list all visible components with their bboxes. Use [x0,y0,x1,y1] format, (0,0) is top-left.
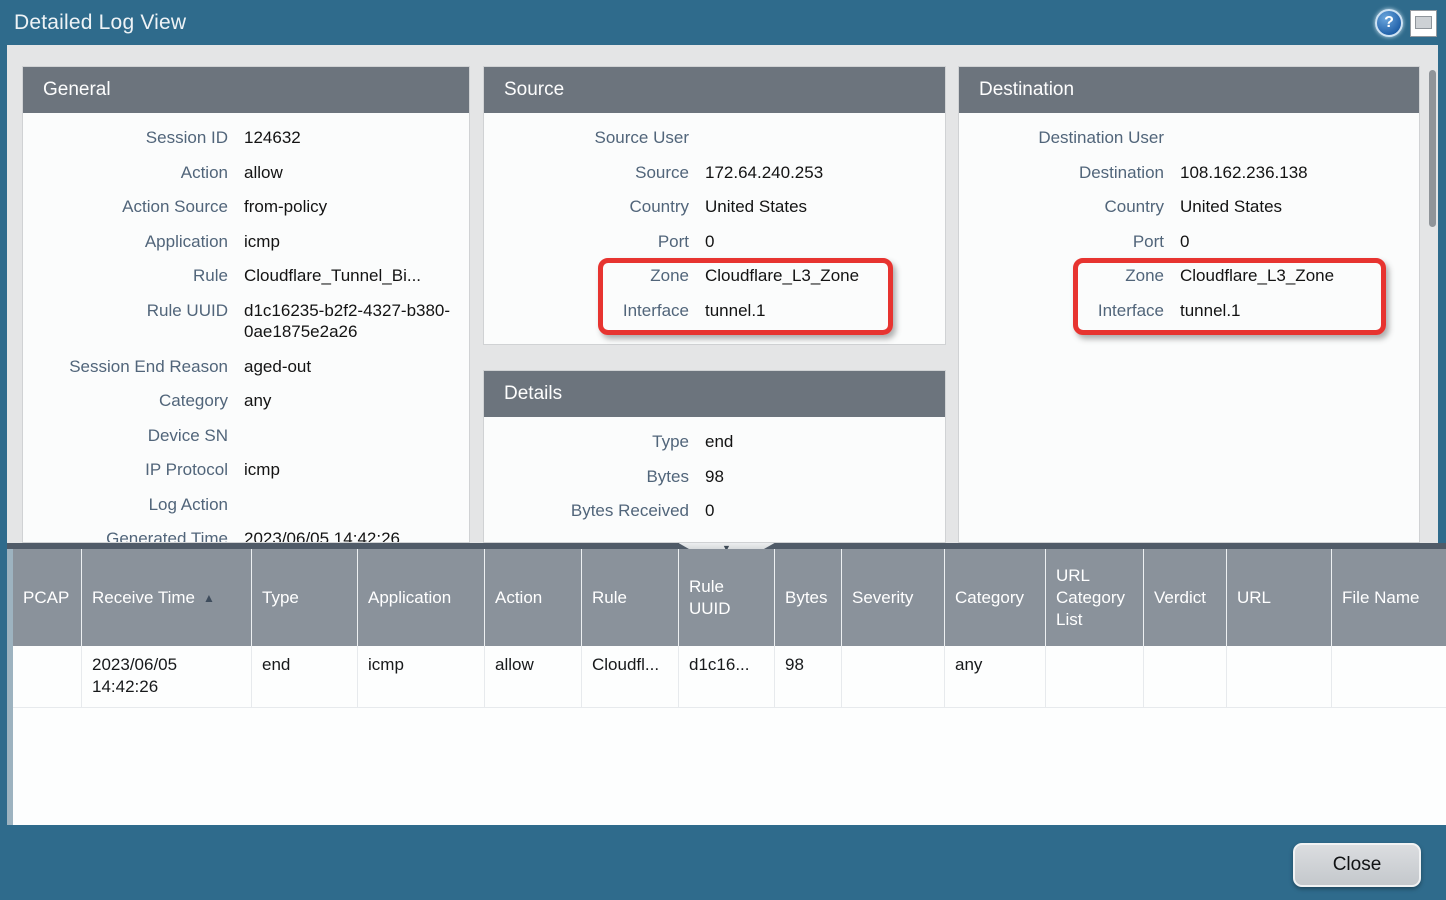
column-header-bytes[interactable]: Bytes [775,549,842,646]
cell-bytes: 98 [775,646,842,708]
field-row-action-source: Action Sourcefrom-policy [23,196,469,231]
maximize-icon[interactable] [1410,10,1437,37]
help-icon[interactable]: ? [1375,9,1403,37]
column-header-url-category-list[interactable]: URL Category List [1046,549,1144,646]
details-panel-title: Details [504,383,562,405]
source-panel-title: Source [504,79,564,101]
column-header-verdict[interactable]: Verdict [1144,549,1227,646]
dialog-footer: Close [0,825,1446,900]
field-row-application: Applicationicmp [23,231,469,266]
field-row-bytes-received: Bytes Received0 [484,500,945,535]
destination-panel-title: Destination [979,79,1074,101]
close-button[interactable]: Close [1293,843,1421,887]
column-header-pcap[interactable]: PCAP [13,549,82,646]
titlebar-icons: ? [1375,9,1437,37]
column-header-application[interactable]: Application [358,549,485,646]
cell-type: end [252,646,358,708]
general-panel: General Session ID124632 Actionallow Act… [22,66,470,543]
source-zone-interface-highlight [598,258,893,335]
column-header-url[interactable]: URL [1227,549,1332,646]
column-header-rule[interactable]: Rule [582,549,679,646]
column-header-file-name[interactable]: File Name [1332,549,1446,646]
detailed-log-view-dialog: Detailed Log View ? General Session ID12… [0,0,1446,900]
field-row-destination: Destination108.162.236.138 [959,162,1419,197]
field-row-category: Categoryany [23,390,469,425]
column-header-rule-uuid[interactable]: Rule UUID [679,549,775,646]
general-panel-header: General [23,67,469,113]
cell-action: allow [485,646,582,708]
destination-panel-header: Destination [959,67,1419,113]
cell-file-name [1332,646,1446,708]
source-panel-header: Source [484,67,945,113]
field-row-ip-protocol: IP Protocolicmp [23,459,469,494]
column-header-severity[interactable]: Severity [842,549,945,646]
field-row-source: Source172.64.240.253 [484,162,945,197]
cell-category: any [945,646,1046,708]
field-row-destination-user: Destination User [959,127,1419,162]
cell-application: icmp [358,646,485,708]
log-table-header: PCAP Receive Time▲ Type Application Acti… [13,549,1446,646]
cell-severity [842,646,945,708]
details-panel: Details Typeend Bytes98 Bytes Received0 [483,370,946,543]
field-row-rule-uuid: Rule UUIDd1c16235-b2f2-4327-b380-0ae1875… [23,300,469,356]
field-row-source-user: Source User [484,127,945,162]
table-row[interactable]: 2023/06/05 14:42:26 end icmp allow Cloud… [13,646,1446,708]
cell-pcap [13,646,82,708]
titlebar: Detailed Log View ? [0,0,1446,45]
cell-url-category-list [1046,646,1144,708]
details-panel-body: Typeend Bytes98 Bytes Received0 [484,417,945,535]
sort-asc-icon: ▲ [203,587,215,609]
cell-verdict [1144,646,1227,708]
field-row-action: Actionallow [23,162,469,197]
log-table: PCAP Receive Time▲ Type Application Acti… [13,549,1446,708]
log-table-area: PCAP Receive Time▲ Type Application Acti… [7,549,1446,825]
field-row-device-sn: Device SN [23,425,469,460]
destination-zone-interface-highlight [1073,258,1386,335]
column-header-action[interactable]: Action [485,549,582,646]
field-row-type: Typeend [484,431,945,466]
cell-url [1227,646,1332,708]
field-row-session-end-reason: Session End Reasonaged-out [23,356,469,391]
cell-rule-uuid: d1c16... [679,646,775,708]
details-panel-header: Details [484,371,945,417]
field-row-rule: RuleCloudflare_Tunnel_Bi... [23,265,469,300]
table-left-strip [7,549,13,825]
general-panel-body: Session ID124632 Actionallow Action Sour… [23,113,469,543]
column-header-receive-time[interactable]: Receive Time▲ [82,549,252,646]
cell-rule: Cloudfl... [582,646,679,708]
field-row-log-action: Log Action [23,494,469,529]
field-row-source-country: CountryUnited States [484,196,945,231]
cell-receive-time: 2023/06/05 14:42:26 [82,646,252,708]
maximize-icon-inner [1415,16,1432,29]
column-header-type[interactable]: Type [252,549,358,646]
column-header-category[interactable]: Category [945,549,1046,646]
field-row-destination-country: CountryUnited States [959,196,1419,231]
general-panel-title: General [43,79,111,101]
field-row-bytes: Bytes98 [484,466,945,501]
field-row-generated-time: Generated Time2023/06/05 14:42:26 [23,528,469,543]
field-row-session-id: Session ID124632 [23,127,469,162]
vertical-scrollbar-thumb[interactable] [1429,70,1436,227]
dialog-title: Detailed Log View [14,11,186,35]
